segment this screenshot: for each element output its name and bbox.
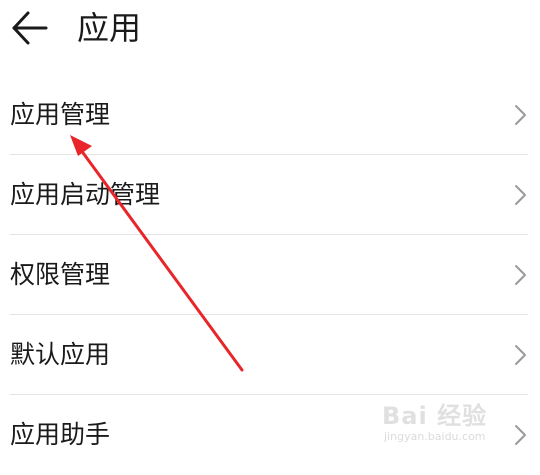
menu-item-permission-management[interactable]: 权限管理 bbox=[0, 235, 540, 315]
page-title: 应用 bbox=[77, 9, 142, 47]
arrow-left-icon bbox=[12, 11, 48, 45]
menu-item-label: 默认应用 bbox=[10, 340, 111, 369]
menu-item-app-management[interactable]: 应用管理 bbox=[0, 75, 540, 155]
app-header: 应用 bbox=[0, 0, 540, 70]
chevron-right-icon bbox=[512, 183, 528, 207]
menu-item-default-apps[interactable]: 默认应用 bbox=[0, 315, 540, 395]
chevron-right-icon bbox=[512, 343, 528, 367]
menu-item-label: 权限管理 bbox=[10, 260, 111, 289]
menu-item-label: 应用管理 bbox=[10, 100, 111, 129]
settings-menu-list: 应用管理 应用启动管理 权限管理 默认应用 应用助手 bbox=[0, 75, 540, 475]
chevron-right-icon bbox=[512, 263, 528, 287]
chevron-right-icon bbox=[512, 103, 528, 127]
chevron-right-icon bbox=[512, 423, 528, 447]
menu-item-app-launch-management[interactable]: 应用启动管理 bbox=[0, 155, 540, 235]
menu-item-label: 应用启动管理 bbox=[10, 180, 161, 209]
menu-item-app-assistant[interactable]: 应用助手 bbox=[0, 395, 540, 475]
menu-item-label: 应用助手 bbox=[10, 420, 111, 449]
back-button[interactable] bbox=[8, 8, 52, 48]
